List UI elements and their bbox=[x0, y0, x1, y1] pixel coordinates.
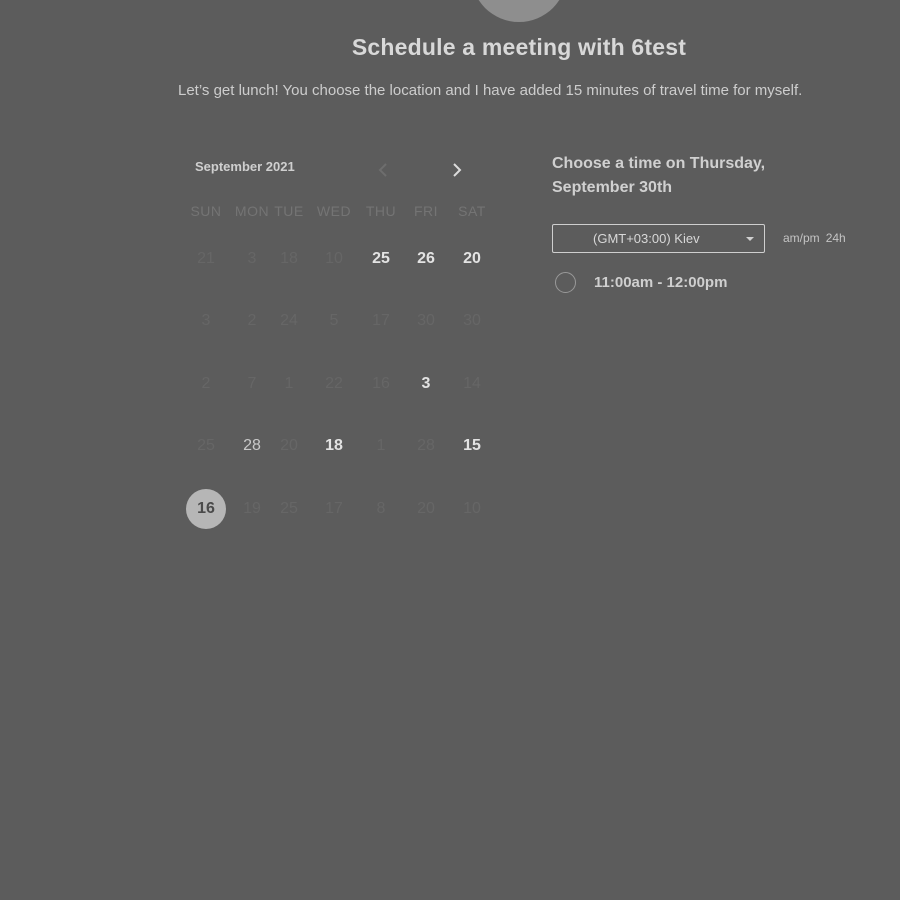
calendar-day[interactable]: 20 bbox=[452, 239, 492, 279]
page-title: Schedule a meeting with 6test bbox=[351, 34, 687, 60]
next-month-button[interactable] bbox=[445, 158, 469, 182]
calendar-day-disabled: 8 bbox=[376, 500, 386, 517]
format-12h-option[interactable]: am/pm bbox=[783, 231, 820, 245]
calendar-day-disabled: 22 bbox=[325, 375, 343, 392]
calendar-day-disabled: 17 bbox=[372, 312, 390, 329]
calendar-day[interactable]: 15 bbox=[452, 426, 492, 466]
timezone-select[interactable]: (GMT+03:00) Kiev bbox=[552, 224, 765, 253]
radio-button[interactable] bbox=[555, 272, 576, 293]
time-format-toggle: am/pm 24h bbox=[783, 231, 846, 245]
chevron-right-icon bbox=[453, 163, 462, 177]
calendar-day[interactable]: 26 bbox=[406, 239, 446, 279]
calendar-day-disabled: 28 bbox=[417, 437, 435, 454]
calendar-day-disabled: 17 bbox=[325, 500, 343, 517]
previous-month-button[interactable] bbox=[371, 158, 395, 182]
calendar-day-disabled: 5 bbox=[329, 312, 339, 329]
meeting-description: Let’s get lunch! You choose the location… bbox=[178, 82, 803, 99]
weekday-label: SAT bbox=[458, 203, 486, 219]
calendar-day-disabled: 10 bbox=[325, 250, 343, 267]
calendar-day-disabled: 20 bbox=[280, 437, 298, 454]
calendar-day-disabled: 14 bbox=[463, 375, 481, 392]
calendar-day-disabled: 2 bbox=[201, 375, 211, 392]
calendar-day-disabled: 3 bbox=[247, 250, 257, 267]
calendar-day-selected[interactable]: 16 bbox=[186, 489, 226, 529]
time-picker-heading: Choose a time on Thursday, September 30t… bbox=[552, 155, 766, 196]
calendar-day-disabled: 3 bbox=[201, 312, 211, 329]
calendar-day-disabled: 25 bbox=[280, 500, 298, 517]
timezone-value: (GMT+03:00) Kiev bbox=[593, 231, 700, 246]
calendar-day-disabled: 21 bbox=[197, 250, 215, 267]
calendar-day-disabled: 18 bbox=[280, 250, 298, 267]
caret-down-icon bbox=[746, 237, 754, 241]
calendar-day-disabled: 16 bbox=[372, 375, 390, 392]
calendar-day-disabled: 10 bbox=[463, 500, 481, 517]
calendar-day[interactable]: 28 bbox=[232, 426, 272, 466]
calendar: September 2021 SUN MON TUE WED THU FRI SAT 21 3… bbox=[176, 136, 514, 556]
time-picker-panel: Choose a time on Thursday, September 30t… bbox=[540, 140, 870, 310]
calendar-day-disabled: 7 bbox=[247, 375, 257, 392]
calendar-day-disabled: 19 bbox=[243, 500, 261, 517]
calendar-day-disabled: 30 bbox=[417, 312, 435, 329]
calendar-month-label: September 2021 bbox=[195, 159, 295, 174]
time-slot-label: 11:00am - 12:00pm bbox=[594, 274, 728, 291]
avatar bbox=[471, 0, 567, 22]
calendar-day[interactable]: 25 bbox=[361, 239, 401, 279]
calendar-day-disabled: 1 bbox=[284, 375, 294, 392]
calendar-day[interactable]: 3 bbox=[406, 364, 446, 404]
weekday-header: SUN MON TUE WED THU FRI SAT bbox=[176, 203, 514, 221]
chevron-left-icon bbox=[378, 163, 387, 177]
format-24h-option[interactable]: 24h bbox=[826, 231, 846, 245]
calendar-day-disabled: 1 bbox=[376, 437, 386, 454]
calendar-day-disabled: 30 bbox=[463, 312, 481, 329]
calendar-day[interactable]: 18 bbox=[314, 426, 354, 466]
calendar-day-disabled: 24 bbox=[280, 312, 298, 329]
calendar-day-disabled: 20 bbox=[417, 500, 435, 517]
calendar-day-disabled: 25 bbox=[197, 437, 215, 454]
calendar-day-disabled: 2 bbox=[247, 312, 257, 329]
